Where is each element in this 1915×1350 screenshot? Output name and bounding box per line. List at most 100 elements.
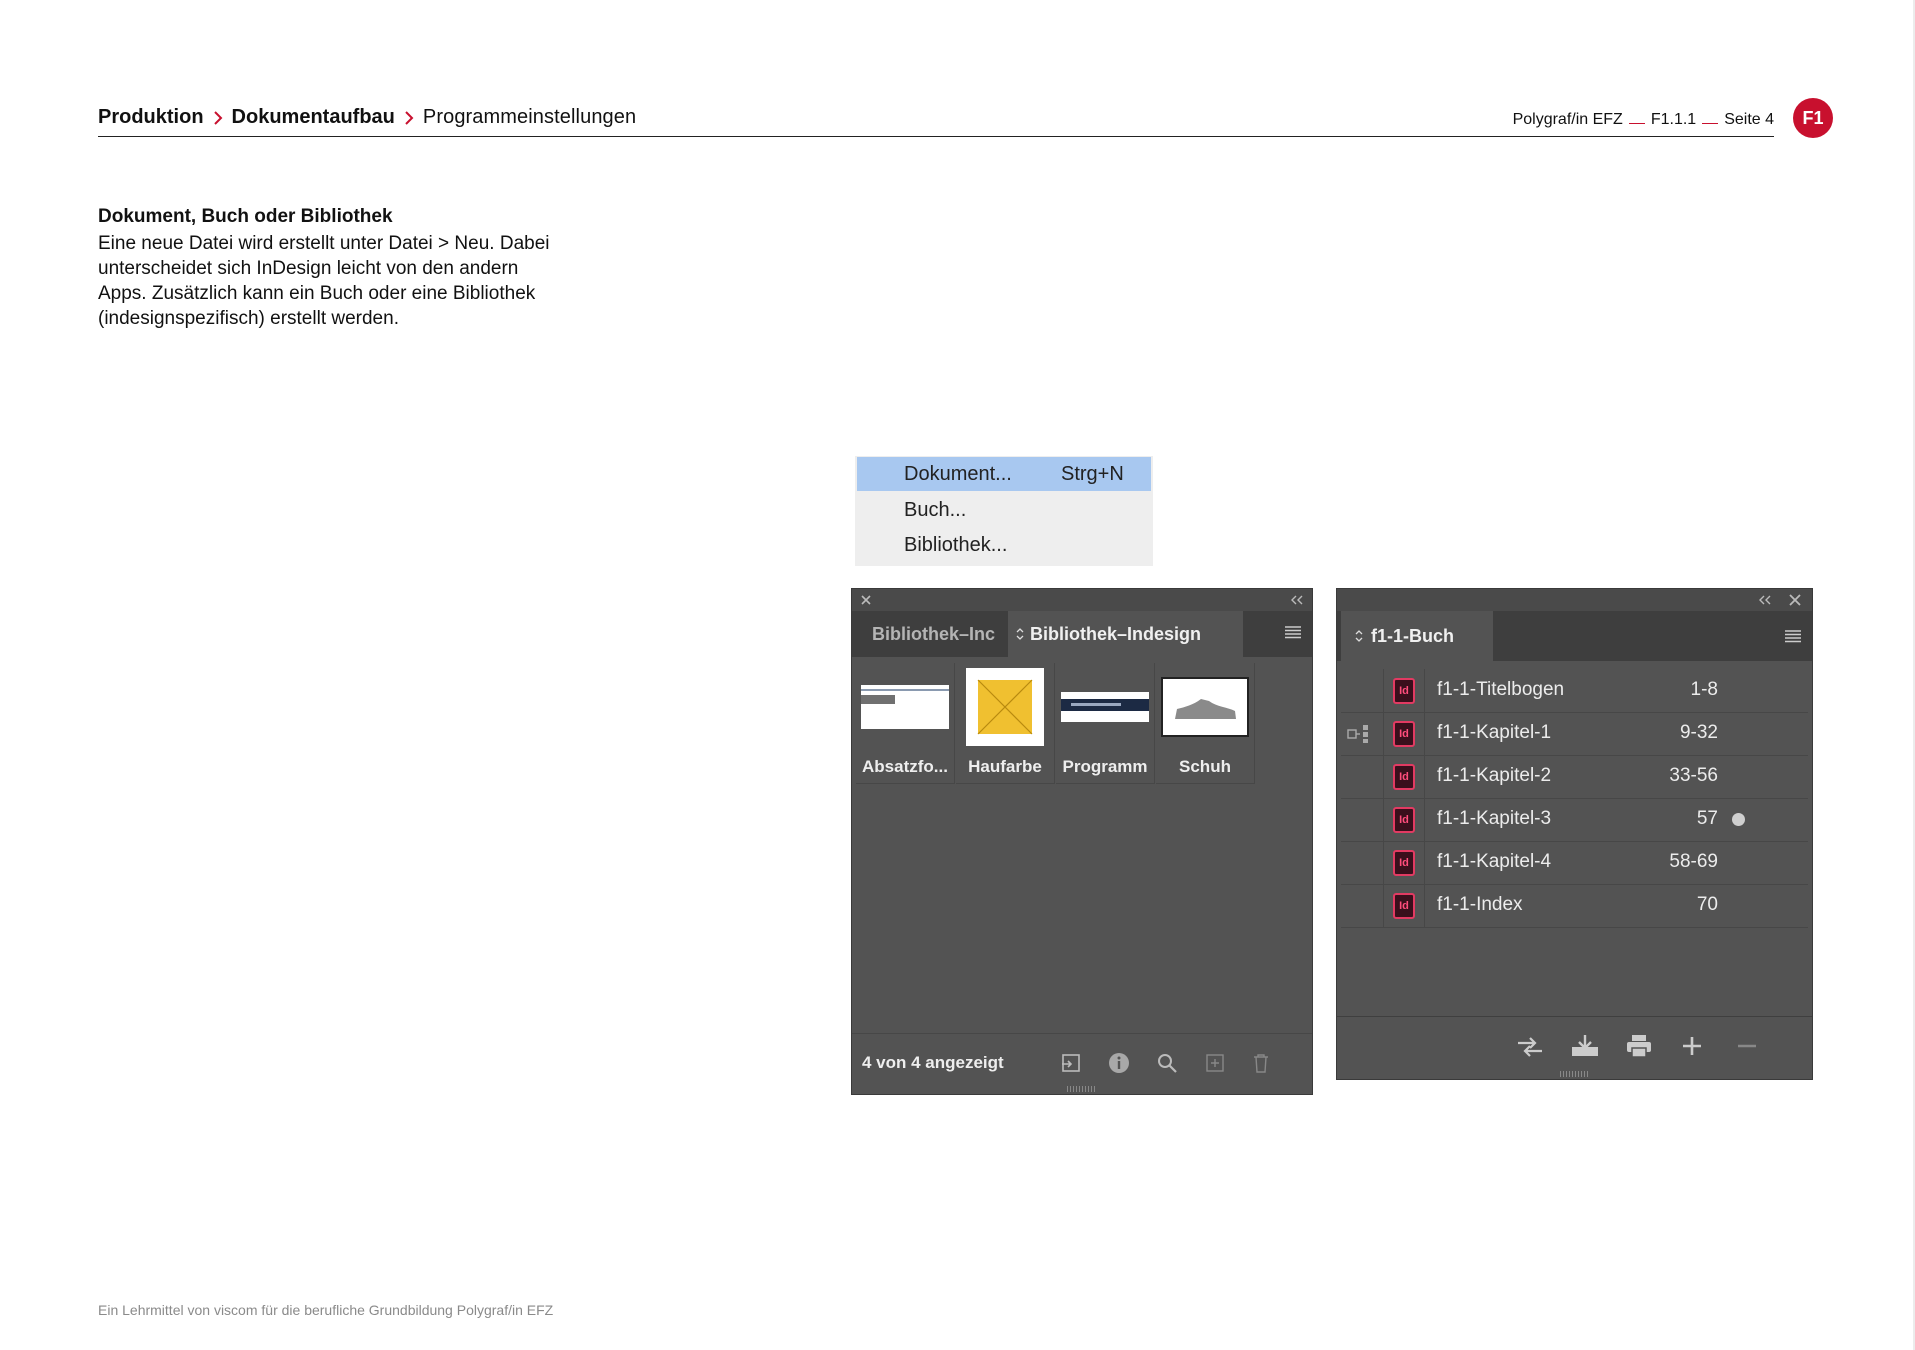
sort-arrows-icon [1016, 627, 1024, 641]
menu-item-bibliothek[interactable]: Bibliothek... [857, 528, 1151, 562]
book-tab-bar: f1-1-Buch [1337, 611, 1812, 661]
menu-item-label: Buch... [904, 498, 967, 521]
library-item-label: Schuh [1179, 757, 1231, 776]
info-icon[interactable] [1108, 1052, 1130, 1074]
document-icon-cell: Id [1383, 669, 1425, 712]
trash-icon[interactable] [1250, 1052, 1272, 1074]
panel-top-bar [1337, 589, 1812, 611]
course-label: Polygraf/in EFZ [1512, 111, 1623, 128]
collapse-icon[interactable] [1758, 594, 1772, 606]
menu-item-buch[interactable]: Buch... [857, 493, 1151, 527]
body-line: unterscheidet sich InDesign leicht von d… [98, 258, 519, 279]
chevron-right-icon [213, 110, 223, 126]
synchronize-icon[interactable] [1515, 1035, 1545, 1059]
indesign-document-icon: Id [1393, 892, 1415, 919]
remove-document-icon[interactable] [1735, 1034, 1759, 1058]
book-panel: f1-1-Buch Id f1-1-Titelbogen 1-8 Id f1-1… [1336, 588, 1813, 1080]
library-tab-bar: Bibliothek–Inc Bibliothek–Indesign [852, 611, 1312, 657]
section-body: Eine neue Datei wird erstellt unter Date… [98, 231, 598, 331]
close-icon[interactable] [1788, 593, 1802, 607]
breadcrumb: Produktion Dokumentaufbau Programmeinste… [98, 106, 636, 129]
meta-divider [1702, 122, 1719, 124]
collapse-icon[interactable] [1290, 594, 1304, 606]
tab-bibliothek-inc[interactable]: Bibliothek–Inc [852, 611, 1007, 657]
panel-menu-icon[interactable] [1284, 625, 1302, 639]
library-item-thumbnail [856, 663, 954, 751]
add-document-icon[interactable] [1680, 1034, 1704, 1058]
tab-label: Bibliothek–Inc [872, 623, 996, 644]
book-document-row[interactable]: Id f1-1-Kapitel-4 58-69 [1341, 841, 1808, 885]
tab-bibliothek-indesign[interactable]: Bibliothek–Indesign [1008, 611, 1243, 657]
library-item[interactable]: Absatzfo... [856, 663, 955, 784]
document-name: f1-1-Titelbogen [1437, 679, 1565, 700]
document-name: f1-1-Kapitel-4 [1437, 851, 1552, 872]
indesign-document-icon: Id [1393, 763, 1415, 790]
page-number: Seite 4 [1724, 111, 1774, 128]
breadcrumb-item-dokumentaufbau[interactable]: Dokumentaufbau [232, 106, 395, 129]
document-icon-cell: Id [1383, 884, 1425, 927]
library-item-label: Haufarbe [968, 757, 1042, 776]
book-document-row[interactable]: Id f1-1-Index 70 [1341, 884, 1808, 928]
breadcrumb-item-programmeinstellungen: Programmeinstellungen [422, 106, 637, 128]
document-icon-cell: Id [1383, 755, 1425, 798]
panel-top-bar [852, 589, 1312, 611]
footer-note: Ein Lehrmittel von viscom für die berufl… [98, 1302, 554, 1318]
document-icon-cell: Id [1383, 712, 1425, 755]
tab-label: f1-1-Buch [1371, 625, 1455, 646]
panel-menu-icon[interactable] [1784, 629, 1802, 643]
sort-arrows-icon [1355, 629, 1363, 643]
close-icon[interactable] [860, 594, 872, 606]
library-item-label: Absatzfo... [862, 757, 948, 776]
resize-grip[interactable] [1559, 1071, 1590, 1077]
library-panel: Bibliothek–Inc Bibliothek–Indesign Absat… [851, 588, 1313, 1095]
book-document-row[interactable]: Id f1-1-Kapitel-1 9-32 [1341, 712, 1808, 756]
menu-item-dokument[interactable]: Dokument... Strg+N [857, 457, 1151, 491]
section-title: Dokument, Buch oder Bibliothek [98, 206, 393, 227]
library-item-label: Programm [1062, 757, 1148, 776]
document-icon-cell: Id [1383, 841, 1425, 884]
library-footer: 4 von 4 angezeigt [852, 1033, 1312, 1094]
book-document-row[interactable]: Id f1-1-Kapitel-2 33-56 [1341, 755, 1808, 799]
tab-f1-1-buch[interactable]: f1-1-Buch [1341, 611, 1493, 661]
tab-label: Bibliothek–Indesign [1030, 623, 1202, 644]
new-item-icon[interactable] [1204, 1052, 1226, 1074]
book-document-row[interactable]: Id f1-1-Titelbogen 1-8 [1341, 669, 1808, 713]
document-name: f1-1-Kapitel-3 [1437, 808, 1552, 829]
library-item[interactable]: Programm [1056, 663, 1155, 784]
place-item-icon[interactable] [1060, 1052, 1082, 1074]
save-book-icon[interactable] [1569, 1033, 1601, 1059]
library-item-thumbnail [1156, 663, 1254, 751]
book-document-row[interactable]: Id f1-1-Kapitel-3 57 [1341, 798, 1808, 842]
resize-grip[interactable] [1067, 1086, 1097, 1092]
header-rule [98, 136, 1774, 137]
indesign-document-icon: Id [1393, 720, 1415, 747]
document-pages: 33-56 [1669, 765, 1718, 786]
body-line: Apps. Zusätzlich kann ein Buch oder eine… [98, 283, 536, 304]
breadcrumb-item-produktion[interactable]: Produktion [98, 106, 204, 129]
menu-item-label: Dokument... [904, 462, 1012, 485]
section-code: F1.1.1 [1650, 111, 1697, 128]
item-count: 4 von 4 angezeigt [862, 1053, 1004, 1072]
indesign-document-icon: Id [1393, 806, 1415, 833]
book-footer [1337, 1016, 1812, 1079]
document-pages: 58-69 [1669, 851, 1718, 872]
library-item[interactable]: Schuh [1156, 663, 1255, 784]
page-meta: Polygraf/in EFZ F1.1.1 Seite 4 [1513, 111, 1774, 129]
indesign-document-icon: Id [1393, 849, 1415, 876]
document-icon-cell: Id [1383, 798, 1425, 841]
document-pages: 1-8 [1690, 679, 1718, 700]
chapter-badge: F1 [1793, 98, 1833, 138]
library-item[interactable]: Haufarbe [956, 663, 1055, 784]
document-pages: 9-32 [1679, 722, 1718, 743]
document-pages: 70 [1696, 894, 1718, 915]
document-name: f1-1-Index [1437, 894, 1523, 915]
print-icon[interactable] [1625, 1033, 1653, 1059]
document-name: f1-1-Kapitel-2 [1437, 765, 1552, 786]
sync-source-icon[interactable] [1347, 724, 1373, 744]
menu-item-shortcut: Strg+N [1061, 462, 1124, 485]
library-item-thumbnail [1056, 663, 1154, 751]
new-file-menu: Dokument... Strg+N Buch... Bibliothek... [855, 456, 1153, 566]
document-status-dot-icon [1732, 813, 1745, 826]
body-line: Eine neue Datei wird erstellt unter Date… [98, 233, 550, 254]
search-icon[interactable] [1156, 1052, 1178, 1074]
